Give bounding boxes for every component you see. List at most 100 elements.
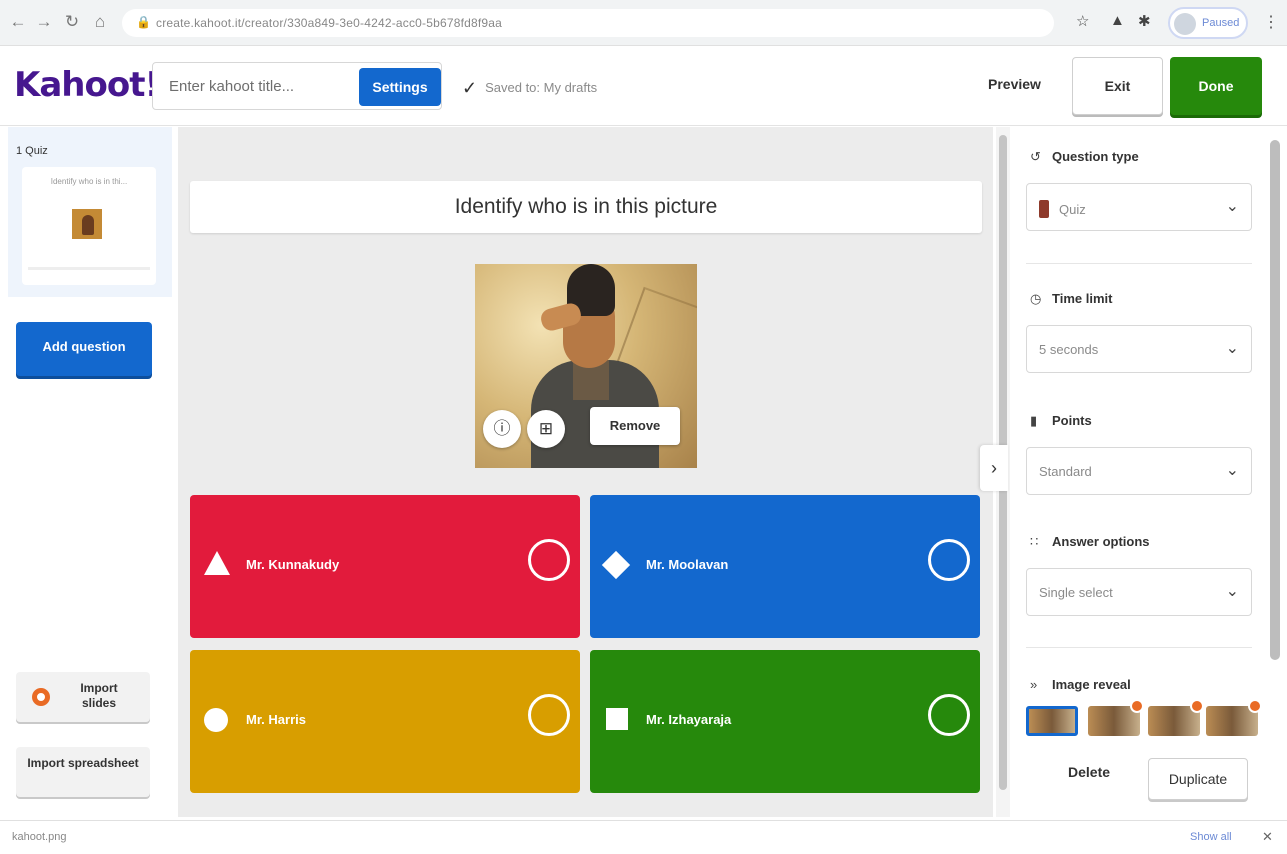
answer-option-4[interactable]: Mr. Izhayaraja bbox=[590, 650, 980, 793]
divider bbox=[1026, 263, 1252, 264]
show-all-link[interactable]: Show all bbox=[1190, 831, 1232, 843]
back-icon[interactable]: ← bbox=[8, 12, 28, 32]
profile-button[interactable]: Paused bbox=[1168, 7, 1248, 39]
reveal-option-1[interactable] bbox=[1088, 699, 1144, 736]
saved-status-text: Saved to: My drafts bbox=[485, 80, 598, 95]
answer-option-2[interactable]: Mr. Moolavan bbox=[590, 495, 980, 638]
answer-option-3[interactable]: Mr. Harris bbox=[190, 650, 580, 793]
answer-text[interactable]: Mr. Izhayaraja bbox=[646, 712, 731, 727]
answer-text[interactable]: Mr. Harris bbox=[246, 712, 306, 727]
slide-thumbnail[interactable]: Identify who is in thi... bbox=[22, 167, 156, 285]
answer-options-label: ∷ Answer options bbox=[1030, 534, 1150, 550]
triangle-icon bbox=[204, 551, 230, 575]
question-type-label-text: Question type bbox=[1052, 149, 1139, 164]
logo-text: Kahoot bbox=[14, 65, 145, 105]
answer-options-value: Single select bbox=[1039, 585, 1113, 600]
image-reveal-options bbox=[1026, 699, 1262, 738]
slides-icon bbox=[32, 688, 50, 706]
premium-badge-icon bbox=[1190, 699, 1204, 713]
preview-button[interactable]: Preview bbox=[988, 76, 1041, 92]
reveal-option-3[interactable] bbox=[1206, 699, 1262, 736]
correct-answer-toggle[interactable] bbox=[928, 694, 970, 736]
question-type-value: Quiz bbox=[1039, 200, 1086, 218]
image-reveal-label-text: Image reveal bbox=[1052, 677, 1131, 692]
question-type-icon: ↺ bbox=[1030, 149, 1041, 164]
close-icon[interactable]: ✕ bbox=[1262, 829, 1273, 845]
answer-options-label-text: Answer options bbox=[1052, 534, 1150, 549]
chevron-down-icon: ⌄ bbox=[1225, 583, 1239, 600]
more-icon[interactable]: ⋮ bbox=[1263, 12, 1279, 32]
slide-thumb-image bbox=[72, 209, 102, 239]
slide-label: 1 Quiz bbox=[16, 145, 48, 157]
reveal-icon: » bbox=[1030, 677, 1038, 692]
check-icon: ✓ bbox=[462, 78, 478, 98]
image-info-icon[interactable]: ⓘ bbox=[483, 410, 521, 448]
answer-text[interactable]: Mr. Kunnakudy bbox=[246, 557, 339, 572]
kahoot-logo[interactable]: Kahoot! bbox=[14, 65, 160, 105]
correct-answer-toggle[interactable] bbox=[528, 539, 570, 581]
saved-status: ✓ Saved to: My drafts bbox=[462, 76, 598, 98]
question-canvas: Identify who is in this picture ⓘ ⊞ Remo… bbox=[178, 127, 993, 817]
time-limit-select[interactable]: 5 seconds ⌄ bbox=[1026, 325, 1252, 373]
app-header: Kahoot! Enter kahoot title... Settings ✓… bbox=[0, 46, 1287, 126]
answer-options-select[interactable]: Single select ⌄ bbox=[1026, 568, 1252, 616]
duplicate-button[interactable]: Duplicate bbox=[1148, 758, 1248, 800]
divider bbox=[1026, 647, 1252, 648]
title-placeholder: Enter kahoot title... bbox=[169, 78, 295, 95]
address-bar[interactable]: 🔒 create.kahoot.it/creator/330a849-3e0-4… bbox=[122, 9, 1054, 37]
import-slides-button[interactable]: Import slides bbox=[16, 672, 150, 722]
reload-icon[interactable]: ↻ bbox=[62, 12, 82, 32]
slide-thumb-answers bbox=[28, 267, 150, 270]
quiz-icon bbox=[1039, 200, 1049, 218]
correct-answer-toggle[interactable] bbox=[528, 694, 570, 736]
clock-icon: ◷ bbox=[1030, 291, 1042, 306]
forward-icon[interactable]: → bbox=[34, 12, 54, 32]
chevron-right-icon[interactable]: › bbox=[980, 445, 1008, 491]
correct-answer-toggle[interactable] bbox=[928, 539, 970, 581]
done-button[interactable]: Done bbox=[1170, 57, 1262, 115]
puzzle-icon[interactable]: ✱ bbox=[1138, 12, 1151, 30]
extension-icon[interactable]: ▲ bbox=[1110, 12, 1125, 29]
slide-thumb-title: Identify who is in thi... bbox=[50, 177, 128, 186]
star-icon[interactable]: ☆ bbox=[1076, 12, 1089, 30]
question-title-input[interactable]: Identify who is in this picture bbox=[190, 181, 982, 233]
browser-toolbar: ← → ↻ ⌂ 🔒 create.kahoot.it/creator/330a8… bbox=[0, 0, 1287, 46]
circle-icon bbox=[204, 708, 228, 732]
panel-scrollbar[interactable] bbox=[1270, 140, 1280, 660]
crop-icon[interactable]: ⊞ bbox=[527, 410, 565, 448]
question-type-value-text: Quiz bbox=[1059, 202, 1086, 217]
answer-text[interactable]: Mr. Moolavan bbox=[646, 557, 728, 572]
time-limit-value: 5 seconds bbox=[1039, 342, 1099, 357]
remove-image-button[interactable]: Remove bbox=[590, 407, 680, 445]
question-type-label: ↺ Question type bbox=[1030, 149, 1139, 165]
download-item[interactable]: kahoot.png bbox=[12, 831, 66, 843]
question-type-select[interactable]: Quiz ⌄ bbox=[1026, 183, 1252, 231]
slide-item[interactable]: 1 Quiz Identify who is in thi... bbox=[8, 127, 172, 297]
url-text[interactable]: create.kahoot.it/creator/330a849-3e0-424… bbox=[156, 16, 502, 30]
delete-button[interactable]: Delete bbox=[1068, 764, 1110, 780]
answer-option-1[interactable]: Mr. Kunnakudy bbox=[190, 495, 580, 638]
points-label-text: Points bbox=[1052, 413, 1092, 428]
slides-sidebar: 1 Quiz Identify who is in thi... Add que… bbox=[0, 127, 174, 827]
lock-icon: 🔒 bbox=[136, 15, 151, 29]
points-select[interactable]: Standard ⌄ bbox=[1026, 447, 1252, 495]
add-question-button[interactable]: Add question bbox=[16, 322, 152, 376]
chevron-down-icon: ⌄ bbox=[1225, 198, 1239, 215]
question-image[interactable]: ⓘ ⊞ Remove bbox=[475, 264, 697, 468]
home-icon[interactable]: ⌂ bbox=[90, 12, 110, 32]
import-spreadsheet-label: Import spreadsheet bbox=[27, 756, 139, 770]
image-reveal-label: » Image reveal bbox=[1030, 677, 1131, 692]
trophy-icon: ▮ bbox=[1030, 413, 1038, 428]
import-spreadsheet-button[interactable]: Import spreadsheet bbox=[16, 747, 150, 797]
downloads-bar: kahoot.png Show all ✕ bbox=[0, 820, 1287, 854]
premium-badge-icon bbox=[1248, 699, 1262, 713]
settings-button[interactable]: Settings bbox=[359, 68, 441, 106]
reveal-option-none[interactable] bbox=[1026, 706, 1078, 736]
exit-button[interactable]: Exit bbox=[1072, 57, 1163, 115]
profile-status: Paused bbox=[1202, 17, 1240, 29]
grid-icon: ∷ bbox=[1030, 534, 1039, 549]
points-value: Standard bbox=[1039, 464, 1092, 479]
diamond-icon bbox=[601, 550, 631, 580]
time-limit-label-text: Time limit bbox=[1052, 291, 1113, 306]
reveal-option-2[interactable] bbox=[1148, 699, 1204, 736]
